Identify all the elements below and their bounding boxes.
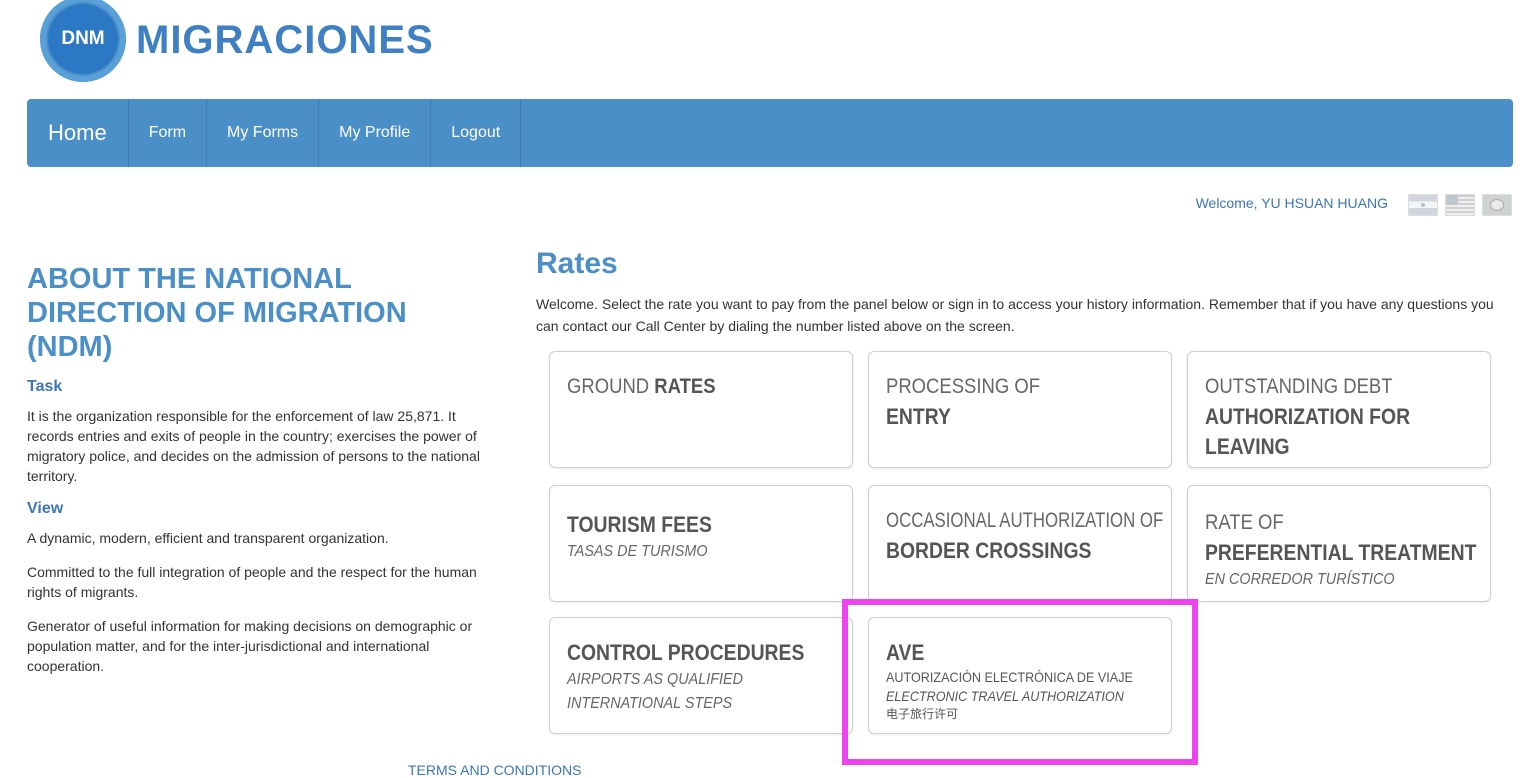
card-title-bold: BORDER CROSSINGS [886, 538, 1092, 563]
terms-link[interactable]: TERMS AND CONDITIONS [408, 762, 581, 778]
card-processing-entry[interactable]: PROCESSING OF ENTRY [868, 351, 1172, 468]
card-title: GROUND RATES [567, 375, 716, 398]
card-title-bold: AUTHORIZATION FOR [1205, 404, 1411, 429]
about-section: ABOUT THE NATIONAL DIRECTION OF MIGRATIO… [27, 262, 492, 690]
card-outstanding-debt[interactable]: OUTSTANDING DEBT AUTHORIZATION FOR LEAVI… [1187, 351, 1491, 468]
card-title-bold: TOURISM FEES [567, 512, 712, 537]
card-subtitle: EN CORREDOR TURÍSTICO [1205, 571, 1395, 588]
card-preferential-treatment[interactable]: RATE OF PREFERENTIAL TREATMENT EN CORRED… [1187, 485, 1491, 602]
usa-flag-icon[interactable] [1445, 194, 1475, 216]
card-title-bold: CONTROL PROCEDURES [567, 640, 805, 665]
about-title: ABOUT THE NATIONAL DIRECTION OF MIGRATIO… [27, 263, 407, 363]
logo-abbreviation: DNM [61, 28, 105, 49]
nav-form[interactable]: Form [129, 99, 208, 167]
card-title-bold: ENTRY [886, 404, 951, 429]
card-subtitle: TASAS DE TURISMO [567, 543, 708, 560]
nav-logout[interactable]: Logout [431, 99, 522, 167]
card-title-light: OCCASIONAL AUTHORIZATION OF [886, 509, 1164, 532]
language-selector [1408, 194, 1512, 216]
card-title-light: OUTSTANDING DEBT [1205, 375, 1393, 398]
rates-intro: Welcome. Select the rate you want to pay… [536, 296, 1494, 334]
brazil-flag-icon[interactable] [1482, 194, 1512, 216]
view-heading: View [27, 500, 64, 517]
argentina-flag-icon[interactable] [1408, 194, 1438, 216]
card-subtitle: AIRPORTS AS QUALIFIED [567, 671, 744, 688]
view-paragraph: Committed to the full integration of peo… [27, 564, 477, 600]
main-navbar: Home Form My Forms My Profile Logout [27, 99, 1513, 167]
card-subtitle: INTERNATIONAL STEPS [567, 695, 733, 712]
card-ground-rates[interactable]: GROUND RATES [549, 351, 853, 468]
logo-name: MIGRACIONES [136, 18, 434, 62]
card-title-bold: PREFERENTIAL TREATMENT [1205, 540, 1477, 565]
task-text: It is the organization responsible for t… [27, 408, 480, 484]
card-border-crossings[interactable]: OCCASIONAL AUTHORIZATION OF BORDER CROSS… [868, 485, 1172, 602]
welcome-user-link[interactable]: Welcome, YU HSUAN HUANG [1196, 195, 1388, 211]
nav-home[interactable]: Home [27, 99, 129, 167]
view-paragraph: Generator of useful information for maki… [27, 618, 473, 674]
nav-my-profile[interactable]: My Profile [319, 99, 432, 167]
rates-title: Rates [536, 247, 618, 280]
card-title-light: PROCESSING OF [886, 375, 1041, 398]
task-heading: Task [27, 378, 63, 395]
nav-my-forms[interactable]: My Forms [207, 99, 320, 167]
dnm-emblem-icon: DNM [40, 0, 126, 82]
card-title-bold: LEAVING [1205, 434, 1290, 459]
card-title-light: RATE OF [1205, 511, 1284, 534]
highlight-annotation [842, 599, 1198, 765]
view-paragraph: A dynamic, modern, efficient and transpa… [27, 530, 389, 546]
card-control-procedures[interactable]: CONTROL PROCEDURES AIRPORTS AS QUALIFIED… [549, 617, 853, 734]
card-tourism-fees[interactable]: TOURISM FEES TASAS DE TURISMO [549, 485, 853, 602]
